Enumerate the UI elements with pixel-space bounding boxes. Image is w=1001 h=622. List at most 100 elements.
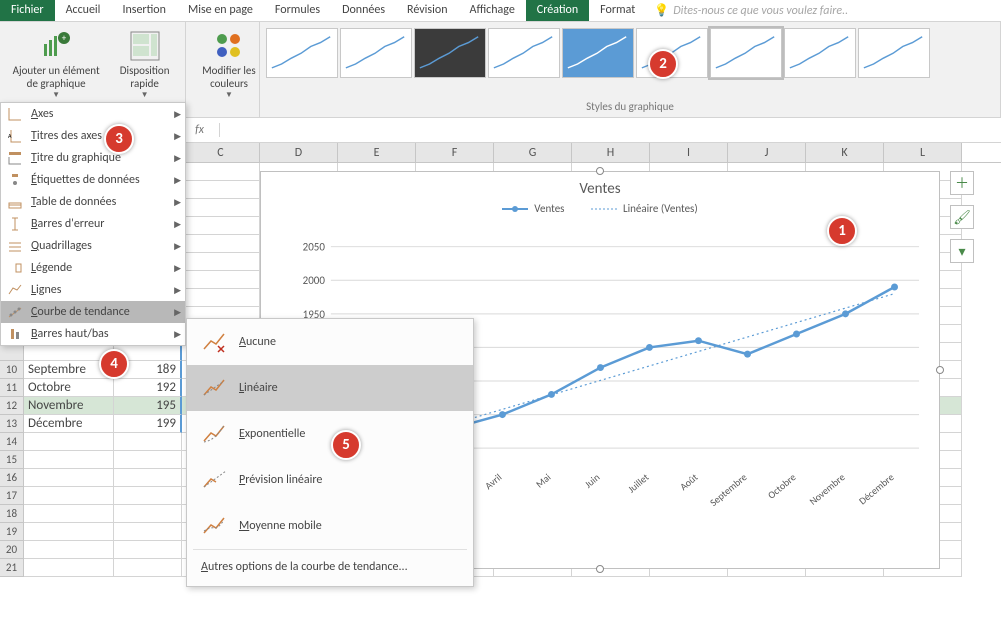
cell[interactable]	[114, 469, 182, 487]
menu-tab-formulas[interactable]: Formules	[264, 0, 331, 21]
col-header[interactable]: E	[338, 143, 416, 162]
chart-style-8[interactable]	[784, 28, 856, 78]
row-header[interactable]: 14	[0, 433, 24, 451]
cell[interactable]	[24, 433, 114, 451]
row-header[interactable]: 21	[0, 559, 24, 577]
bulb-icon: 💡	[654, 4, 669, 18]
cell[interactable]	[114, 541, 182, 559]
chart-styles-button[interactable]: 🖌	[950, 205, 974, 229]
col-header[interactable]: F	[416, 143, 494, 162]
row-header[interactable]: 16	[0, 469, 24, 487]
submenu-item-exp[interactable]: Exponentielle	[187, 411, 473, 457]
cell[interactable]	[24, 469, 114, 487]
submenu-item-forecast[interactable]: Prévision linéaire	[187, 457, 473, 503]
row-header[interactable]: 12	[0, 397, 24, 415]
menu-item-legend[interactable]: Légende▶	[1, 257, 185, 279]
menu-item-lines[interactable]: Lignes▶	[1, 279, 185, 301]
row-header[interactable]: 19	[0, 523, 24, 541]
cell[interactable]: 192	[114, 379, 182, 397]
cell[interactable]: 199	[114, 415, 182, 433]
cell[interactable]	[114, 559, 182, 577]
menu-item-updown[interactable]: Barres haut/bas ▶	[1, 323, 185, 345]
menu-tab-insert[interactable]: Insertion	[111, 0, 177, 21]
tell-me-search[interactable]: 💡Dites-nous ce que vous voulez faire..	[646, 0, 1001, 21]
resize-handle[interactable]	[936, 366, 944, 374]
menu-tab-data[interactable]: Données	[331, 0, 396, 21]
menu-tab-design[interactable]: Création	[526, 0, 589, 21]
chart-style-7[interactable]	[710, 28, 782, 78]
submenu-more-options[interactable]: Autres options de la courbe de tendance.…	[187, 550, 473, 586]
row-header[interactable]: 13	[0, 415, 24, 433]
menu-tab-view[interactable]: Affichage	[459, 0, 526, 21]
col-header[interactable]: C	[182, 143, 260, 162]
row-header[interactable]: 17	[0, 487, 24, 505]
change-colors-button[interactable]: Modifier les couleurs ▼	[192, 24, 266, 102]
chart-style-9[interactable]	[858, 28, 930, 78]
col-header[interactable]: H	[572, 143, 650, 162]
menu-tab-home[interactable]: Accueil	[55, 0, 112, 21]
menu-item-axes[interactable]: Axes▶	[1, 103, 185, 125]
quick-layout-button[interactable]: Disposition rapide ▼	[110, 24, 179, 102]
menu-item-axis_titles[interactable]: ATitres des axes▶	[1, 125, 185, 147]
linear-trend-icon	[201, 375, 227, 401]
menu-tab-layout[interactable]: Mise en page	[177, 0, 264, 21]
chart-filters-button[interactable]: ▾	[950, 239, 974, 263]
error_bars-icon	[7, 216, 23, 232]
cell[interactable]	[114, 433, 182, 451]
resize-handle[interactable]	[596, 167, 604, 175]
col-header[interactable]: G	[494, 143, 572, 162]
cell[interactable]	[24, 487, 114, 505]
cell[interactable]	[24, 541, 114, 559]
row-header[interactable]: 20	[0, 541, 24, 559]
row-header[interactable]: 18	[0, 505, 24, 523]
cell[interactable]	[114, 487, 182, 505]
chart-style-2[interactable]	[340, 28, 412, 78]
col-header[interactable]: I	[650, 143, 728, 162]
cell[interactable]: Octobre	[24, 379, 114, 397]
submenu-item-linear[interactable]: Linéaire	[187, 365, 473, 411]
menu-item-error_bars[interactable]: Barres d'erreur▶	[1, 213, 185, 235]
cell[interactable]	[114, 523, 182, 541]
cell[interactable]	[24, 505, 114, 523]
chart-style-3[interactable]	[414, 28, 486, 78]
menu-item-trendline[interactable]: Courbe de tendance▶	[1, 301, 185, 323]
cell[interactable]	[24, 559, 114, 577]
chart-style-1[interactable]	[266, 28, 338, 78]
cell[interactable]	[114, 505, 182, 523]
cell[interactable]: Décembre	[24, 415, 114, 433]
cell[interactable]	[24, 451, 114, 469]
chevron-right-icon: ▶	[174, 329, 181, 340]
col-header[interactable]: D	[260, 143, 338, 162]
row-header[interactable]: 15	[0, 451, 24, 469]
change-colors-icon	[213, 30, 245, 62]
chart-style-4[interactable]	[488, 28, 560, 78]
menu-item-gridlines[interactable]: Quadrillages▶	[1, 235, 185, 257]
menu-tab-file[interactable]: Fichier	[0, 0, 55, 21]
fx-icon[interactable]: fx	[180, 123, 220, 137]
menu-tab-review[interactable]: Révision	[396, 0, 458, 21]
row-header[interactable]: 11	[0, 379, 24, 397]
chart-style-5[interactable]	[562, 28, 634, 78]
menu-item-data_table[interactable]: Table de données▶	[1, 191, 185, 213]
chart-elements-button[interactable]: ＋	[950, 171, 974, 195]
col-header[interactable]: K	[806, 143, 884, 162]
menu-item-label: Barres haut/bas	[31, 327, 166, 341]
row-header[interactable]: 10	[0, 361, 24, 379]
cell[interactable]: 195	[114, 397, 182, 415]
cell[interactable]: Novembre	[24, 397, 114, 415]
menu-item-chart_title[interactable]: Titre du graphique▶	[1, 147, 185, 169]
menu-item-label: Table de données	[31, 195, 166, 209]
submenu-item-none[interactable]: Aucune	[187, 319, 473, 365]
movavg-trend-icon	[201, 513, 227, 539]
submenu-item-movavg[interactable]: Moyenne mobile	[187, 503, 473, 549]
chart-title[interactable]: Ventes	[261, 172, 939, 200]
menu-bar: Fichier Accueil Insertion Mise en page F…	[0, 0, 1001, 22]
cell[interactable]	[114, 451, 182, 469]
menu-item-data_labels[interactable]: Étiquettes de données▶	[1, 169, 185, 191]
cell[interactable]	[24, 523, 114, 541]
menu-tab-format[interactable]: Format	[589, 0, 646, 21]
col-header[interactable]: L	[884, 143, 962, 162]
col-header[interactable]: J	[728, 143, 806, 162]
add-chart-element-button[interactable]: + Ajouter un élément de graphique ▼	[6, 24, 106, 102]
resize-handle[interactable]	[596, 565, 604, 573]
